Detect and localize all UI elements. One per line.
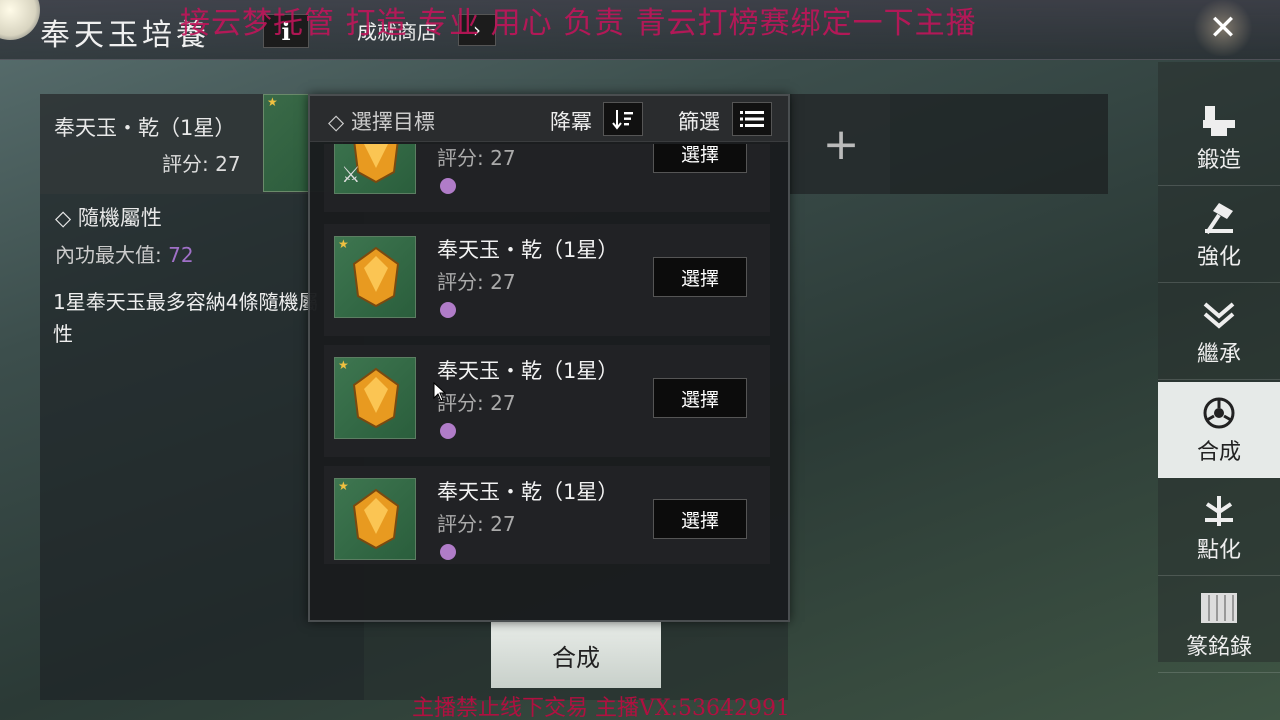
select-button[interactable]: 選擇 — [653, 378, 747, 418]
enlighten-icon — [1205, 495, 1233, 526]
synthesis-icon — [1203, 397, 1235, 428]
select-button[interactable]: 選擇 — [653, 257, 747, 297]
stream-overlay-top: 接云梦托管 打造 专业 用心 负责 青云打榜赛绑定一下主播 — [180, 6, 977, 41]
gem-shape — [352, 246, 400, 308]
current-jade-score: 評分: 27 — [162, 152, 241, 176]
hammer-icon — [1205, 202, 1233, 234]
item-score: 評分: 27 — [437, 270, 516, 294]
nav-item-inherit[interactable]: 繼承 — [1158, 284, 1280, 380]
close-button[interactable]: ✕ — [1192, 0, 1254, 56]
quality-dot — [440, 544, 456, 560]
jade-gem-icon[interactable]: ★ — [334, 478, 416, 560]
list-item: ★ 奉天玉・乾（1星） 評分: 27 選擇 — [324, 224, 770, 336]
random-attribute-heading: ◇ 隨機屬性 — [55, 206, 162, 230]
list-icon — [740, 111, 764, 127]
nav-label: 繼承 — [1196, 341, 1241, 367]
star-icon: ★ — [267, 95, 278, 109]
gem-shape — [352, 367, 400, 429]
attribute-label: 內功最大值: — [55, 243, 162, 267]
item-score: 評分: 27 — [437, 146, 516, 170]
nav-item-enhance[interactable]: 強化 — [1158, 187, 1280, 283]
nav-item-enlighten[interactable]: 點化 — [1158, 480, 1280, 576]
add-material-slot[interactable]: + — [792, 94, 890, 194]
quality-dot — [440, 423, 456, 439]
sort-descending-icon — [612, 110, 633, 130]
gem-shape — [352, 488, 400, 550]
sort-label: 降冪 — [550, 110, 592, 134]
nav-label: 合成 — [1196, 439, 1241, 465]
anvil-icon — [1203, 105, 1235, 136]
item-score: 評分: 27 — [437, 391, 516, 415]
attribute-value: 72 — [168, 243, 194, 267]
side-navigation: 鍛造 強化 繼承 合成 點化 篆銘錄 — [1158, 62, 1280, 673]
filter-button[interactable] — [732, 102, 772, 136]
nav-label: 篆銘錄 — [1185, 634, 1252, 660]
item-name: 奉天玉・乾（1星） — [437, 238, 619, 262]
nav-label: 點化 — [1196, 537, 1241, 563]
scroll-icon — [1201, 592, 1237, 623]
nav-item-inscription[interactable]: 篆銘錄 — [1158, 577, 1280, 673]
stream-overlay-bottom: 主播禁止线下交易 主播VX:53642991 — [412, 696, 790, 720]
jade-description: 1星奉天玉最多容納4條隨機屬性 — [53, 290, 319, 346]
jade-gem-icon[interactable]: ★ ⚔ — [334, 144, 416, 194]
select-button[interactable]: 選擇 — [653, 144, 747, 173]
nav-item-synthesize[interactable]: 合成 — [1158, 382, 1280, 478]
list-item: ★ 奉天玉・乾（1星） 評分: 27 選擇 — [324, 466, 770, 564]
mouse-cursor-icon — [433, 382, 447, 402]
select-button[interactable]: 選擇 — [653, 499, 747, 539]
popup-header: ◇ 選擇目標 降冪 篩選 — [310, 96, 788, 142]
filter-label: 篩選 — [678, 110, 720, 134]
current-jade-card: 奉天玉・乾（1星） 評分: 27 ★ — [40, 94, 343, 194]
jade-gem-icon[interactable]: ★ — [334, 357, 416, 439]
current-jade-name: 奉天玉・乾（1星） — [54, 116, 236, 140]
inherit-icon — [1203, 301, 1235, 329]
nav-label: 強化 — [1196, 244, 1241, 270]
moon-decoration — [0, 0, 40, 40]
list-item: ★ 奉天玉・乾（1星） 評分: 27 選擇 — [324, 345, 770, 457]
nav-item-forge[interactable]: 鍛造 — [1158, 90, 1280, 186]
select-target-popup: ◇ 選擇目標 降冪 篩選 ★ ⚔ — [308, 94, 790, 622]
sword-icon: ⚔ — [341, 163, 361, 188]
quality-dot — [440, 302, 456, 318]
item-score: 評分: 27 — [437, 512, 516, 536]
quality-dot — [440, 178, 456, 194]
jade-gem-icon[interactable]: ★ — [334, 236, 416, 318]
item-name: 奉天玉・乾（1星） — [437, 480, 619, 504]
sort-button[interactable] — [603, 102, 643, 136]
list-item: ★ ⚔ 評分: 27 選擇 — [324, 144, 770, 212]
item-name: 奉天玉・乾（1星） — [437, 359, 619, 383]
nav-label: 鍛造 — [1196, 147, 1241, 173]
attribute-line: 內功最大值: 72 — [55, 239, 194, 268]
synthesize-button[interactable]: 合成 — [491, 622, 661, 688]
target-list[interactable]: ★ ⚔ 評分: 27 選擇 ★ 奉天玉・乾（1星） 評分: 27 選擇 ★ — [310, 144, 788, 564]
popup-title: ◇ 選擇目標 — [328, 110, 435, 134]
